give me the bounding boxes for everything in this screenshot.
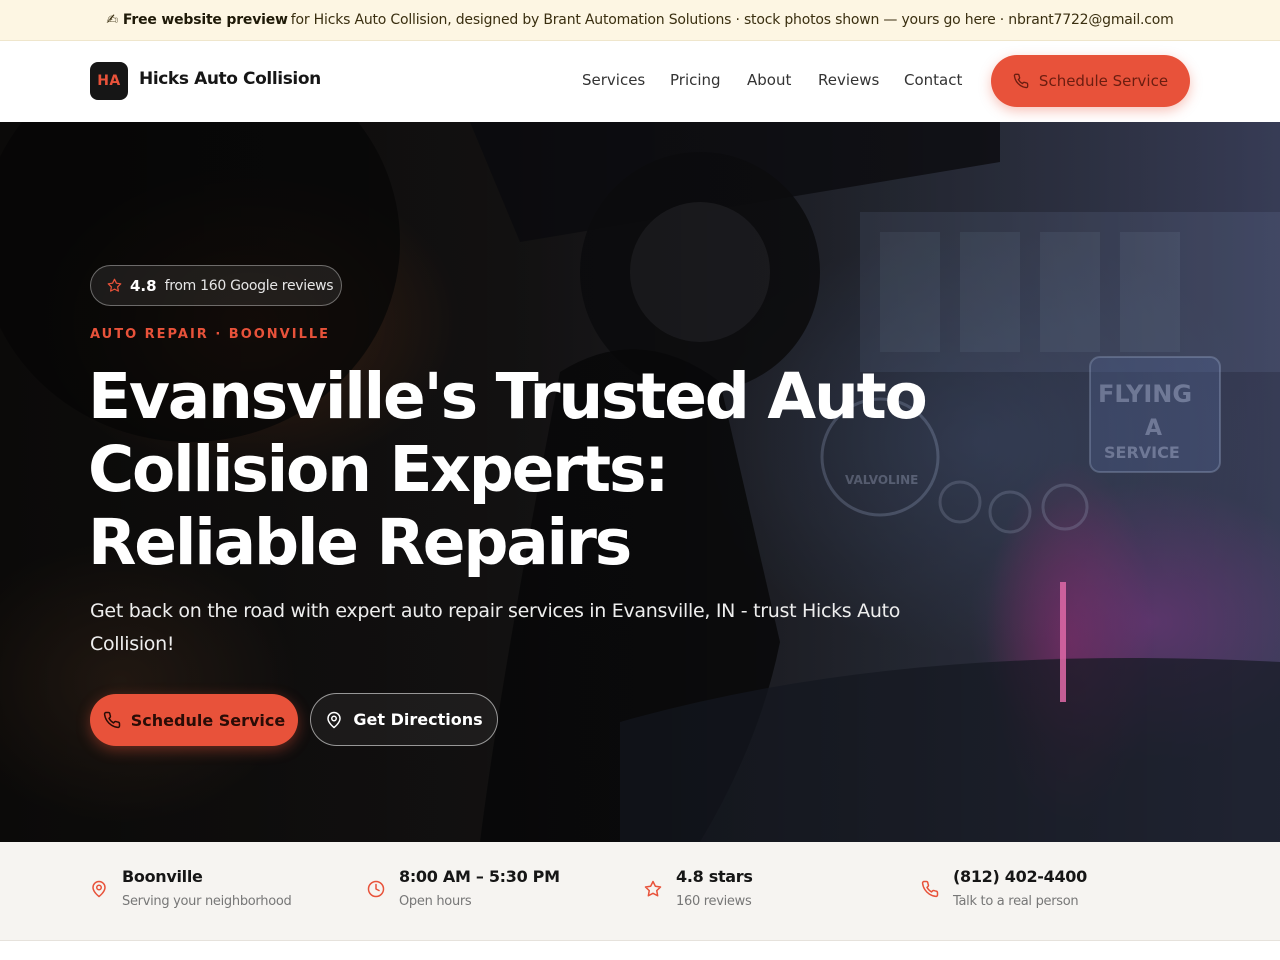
schedule-service-label: Schedule Service [1038,72,1169,90]
clock-icon [367,880,385,898]
hero-subhead: Get back on the road with expert auto re… [90,600,901,655]
headline-line-2: Collision Experts: [88,433,669,506]
phone-icon [1013,73,1029,89]
schedule-service-button[interactable]: Schedule Service [90,694,298,746]
info-title: 4.8 stars [676,867,753,886]
nav-about[interactable]: About [747,71,791,89]
rating-text: from 160 Google reviews [164,277,334,294]
nav-contact[interactable]: Contact [904,71,962,89]
schedule-service-label: Schedule Service [130,710,286,730]
info-title: (812) 402-4400 [953,867,1087,886]
map-pin-icon [327,711,342,728]
phone-icon [103,711,120,729]
hero-headline: Evansville's Trusted Auto Collision Expe… [88,360,948,579]
logo-badge[interactable]: HA [90,62,128,100]
hero-section: FLYING A SERVICE VALVOLINE 4.8 from 160 … [0,122,1280,842]
phone-icon [921,880,939,898]
info-sub: 160 reviews [676,894,752,909]
map-pin-icon [92,880,106,898]
headline-line-3: Reliable Repairs [88,506,632,579]
info-title: Boonville [122,867,203,886]
info-sub: Talk to a real person [953,894,1079,909]
schedule-service-button-header[interactable]: Schedule Service [991,55,1190,107]
headline-line-1: Evansville's Trusted Auto [88,360,928,433]
announcement-bar: ✍ Free website preview for Hicks Auto Co… [0,0,1280,41]
info-strip: Boonville Serving your neighborhood 8:00… [0,842,1280,941]
site-header: HA Hicks Auto Collision Services Pricing… [0,41,1280,122]
info-sub: Open hours [399,894,472,909]
star-icon [644,880,662,897]
get-directions-label: Get Directions [353,710,483,729]
rating-pill[interactable]: 4.8 from 160 Google reviews [90,265,342,306]
brand-name[interactable]: Hicks Auto Collision [139,69,321,89]
announcement-bold: Free website preview [122,12,288,28]
info-sub: Serving your neighborhood [122,894,292,909]
writing-hand-emoji: ✍ [106,12,118,28]
rating-value: 4.8 [130,276,157,295]
nav-services[interactable]: Services [582,71,645,89]
nav-pricing[interactable]: Pricing [670,71,721,89]
announcement-text: for Hicks Auto Collision, designed by Br… [290,12,1174,28]
nav-reviews[interactable]: Reviews [818,71,879,89]
get-directions-button[interactable]: Get Directions [310,693,498,746]
star-icon [107,278,122,292]
eyebrow-label: AUTO REPAIR · BOONVILLE [90,327,331,342]
info-title: 8:00 AM – 5:30 PM [399,867,560,886]
